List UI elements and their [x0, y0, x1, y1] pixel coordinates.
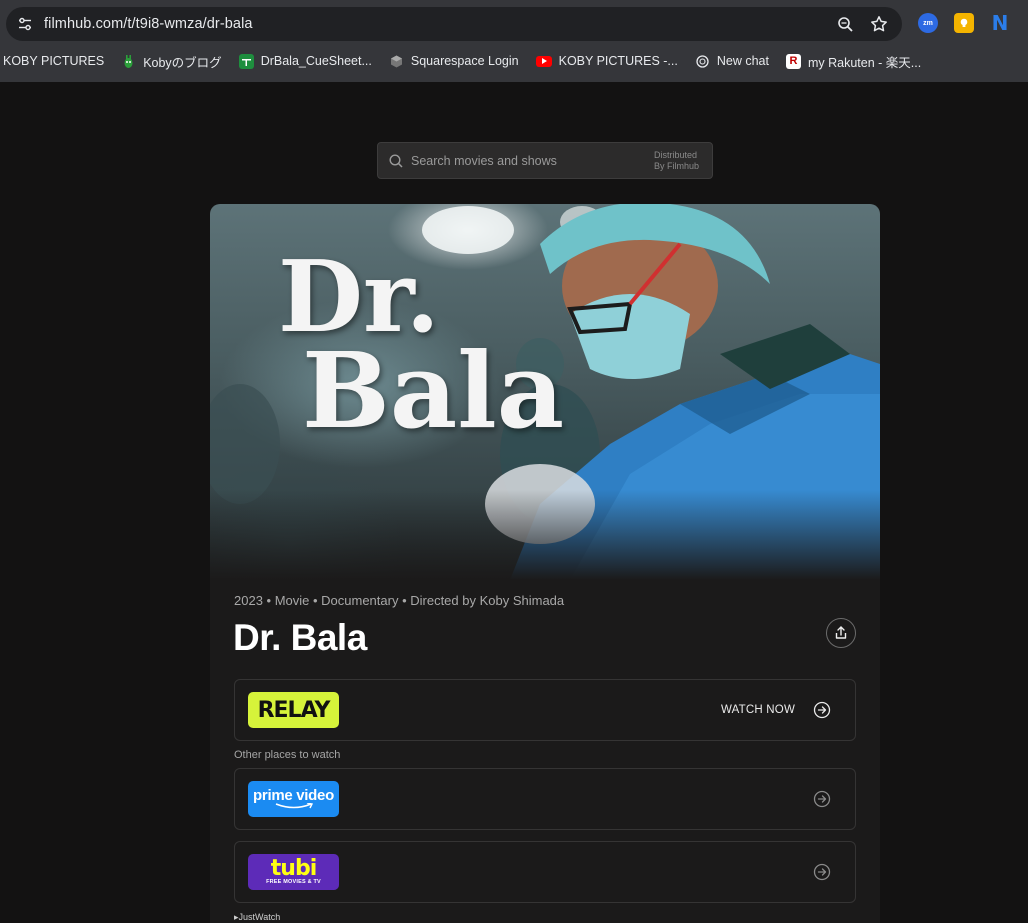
arrow-right-icon[interactable] [813, 701, 831, 719]
watch-now-label[interactable]: WATCH NOW [721, 704, 795, 716]
bookmark-rakuten[interactable]: R my Rakuten - 楽天... [785, 52, 922, 71]
sheets-favicon-icon [238, 53, 254, 69]
justwatch-label: JustWatch [238, 912, 281, 922]
notion-extension-icon[interactable]: N [990, 11, 1010, 35]
keep-extension-icon[interactable] [954, 13, 974, 33]
bookmarks-bar: KOBY PICTURES Kobyのブログ DrBala_CueSheet..… [0, 48, 938, 74]
bookmark-star-icon[interactable] [868, 13, 890, 35]
distributed-by-label: Distributed By Filmhub [654, 150, 699, 172]
arrow-right-icon[interactable] [813, 863, 831, 881]
bookmark-koby-pictures[interactable]: KOBY PICTURES [3, 54, 104, 68]
bookmark-label: Squarespace Login [410, 54, 519, 68]
share-icon [835, 626, 847, 639]
poster-image: Dr. Bala [210, 204, 880, 580]
poster-fade [210, 490, 880, 580]
tubi-logo-subtitle: FREE MOVIES & TV [266, 879, 321, 885]
bookmark-label: KOBY PICTURES -... [558, 54, 678, 68]
provider-tubi[interactable]: tubi FREE MOVIES & TV [234, 841, 856, 903]
bookmark-label: my Rakuten - 楽天... [807, 55, 922, 70]
provider-relay[interactable]: RELAY WATCH NOW [234, 679, 856, 741]
movie-meta: 2023 • Movie • Documentary • Directed by… [234, 593, 565, 608]
bookmark-squarespace[interactable]: Squarespace Login [389, 54, 519, 69]
bookmark-cuesheet[interactable]: DrBala_CueSheet... [238, 53, 372, 69]
youtube-favicon-icon [535, 55, 552, 67]
chat-favicon-icon [695, 54, 710, 69]
tubi-logo: tubi FREE MOVIES & TV [248, 854, 339, 890]
search-bar[interactable]: Distributed By Filmhub [377, 142, 713, 179]
poster-title: Dr. Bala [278, 248, 565, 453]
search-icon [389, 153, 403, 168]
distributed-by-filmhub: By Filmhub [653, 161, 699, 171]
bookmark-koby-blog[interactable]: Kobyのブログ [121, 52, 222, 71]
browser-chrome: filmhub.com/t/t9i8-wmza/dr-bala zm N KOB… [0, 0, 1028, 82]
movie-title: Dr. Bala [233, 617, 367, 658]
search-input[interactable] [411, 153, 631, 168]
movie-card: Dr. Bala 2023 • Movie • Documentary • Di… [210, 204, 880, 923]
squarespace-favicon-icon [389, 54, 404, 69]
justwatch-credit[interactable]: ▸JustWatch [234, 912, 280, 923]
bookmark-label: DrBala_CueSheet... [260, 54, 372, 68]
address-bar[interactable]: filmhub.com/t/t9i8-wmza/dr-bala [6, 7, 902, 41]
prime-video-logo-text: prime video [253, 787, 334, 804]
blog-favicon-icon [121, 54, 136, 69]
bookmark-label: New chat [716, 54, 769, 68]
distributed-line: Distributed [653, 150, 698, 160]
relay-logo: RELAY [248, 692, 339, 728]
provider-prime-video[interactable]: prime video [234, 768, 856, 830]
zoom-icon[interactable] [834, 13, 856, 35]
prime-smile-icon [275, 803, 313, 809]
rakuten-favicon-icon: R [785, 53, 801, 69]
bookmark-label: Kobyのブログ [143, 55, 222, 70]
poster-title-line2: Bala [302, 329, 565, 453]
tubi-logo-text: tubi [270, 856, 317, 881]
other-places-label: Other places to watch [234, 749, 341, 761]
bookmark-youtube[interactable]: KOBY PICTURES -... [535, 54, 678, 68]
site-settings-icon[interactable] [8, 7, 42, 41]
bookmark-new-chat[interactable]: New chat [695, 54, 769, 69]
bookmark-label: KOBY PICTURES [3, 54, 105, 68]
zoom-extension-icon[interactable]: zm [918, 13, 938, 33]
arrow-right-icon[interactable] [813, 790, 831, 808]
url-text[interactable]: filmhub.com/t/t9i8-wmza/dr-bala [44, 16, 253, 32]
share-button[interactable] [826, 618, 856, 648]
prime-video-logo: prime video [248, 781, 339, 817]
